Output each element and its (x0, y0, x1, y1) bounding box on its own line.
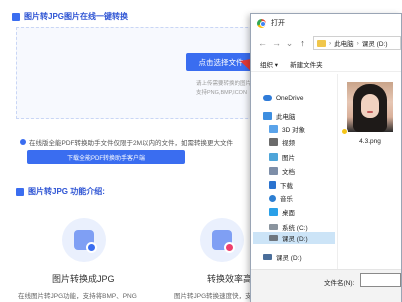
dialog-titlebar[interactable]: 打开 (251, 14, 401, 32)
tree-item-label: 系统 (C:) (282, 225, 308, 232)
forward-arrow-icon[interactable]: → (271, 38, 282, 48)
tree-item-label: 图片 (282, 155, 295, 162)
music-icon (269, 194, 276, 202)
breadcrumb-this-pc[interactable]: 此电脑 (334, 38, 354, 48)
feature1-title: 图片转换成JPG (52, 274, 115, 284)
back-arrow-icon[interactable]: ← (257, 38, 268, 48)
tree-item-label: 课灵 (D:) (276, 255, 302, 262)
navigation-tree: OneDrive 此电脑 3D 对象 视频 图片 文档 下载 音乐 桌面 系统 … (251, 74, 337, 274)
tree-item-label: 此电脑 (276, 114, 296, 121)
folder-icon (317, 39, 326, 47)
tree-item-onedrive[interactable]: OneDrive (263, 92, 303, 104)
cloud-icon (263, 95, 272, 101)
download-icon (269, 181, 276, 189)
download-client-button[interactable]: 下载全能PDF转换助手客户端 (27, 150, 185, 164)
features-title: 图片转JPG 功能介绍: (28, 187, 105, 196)
filename-bar: 文件名(N): (251, 269, 401, 302)
features-header: 图片转JPG 功能介绍: (16, 186, 105, 197)
tree-item-pictures[interactable]: 图片 (269, 151, 295, 163)
dialog-toolbar: 组织 ▾ 新建文件夹 (251, 56, 401, 72)
tree-item-label: 视频 (282, 140, 295, 147)
size-limit-notice: 在线版全能PDF转换助手文件仅限于2M以内的文件，如需转换更大文件 (20, 137, 233, 147)
section-header: 图片转JPG图片在线一键转换 (12, 11, 128, 22)
tree-item-label: 下载 (280, 183, 293, 190)
breadcrumb-separator: › (356, 39, 359, 47)
file-list: 4.3.png (339, 74, 401, 269)
tree-item-videos[interactable]: 视频 (269, 136, 295, 148)
chevron-down-icon[interactable]: ⌄ (284, 38, 295, 49)
desktop-icon (269, 208, 278, 216)
tree-item-downloads[interactable]: 下载 (269, 179, 293, 191)
drive-d-icon (263, 254, 272, 260)
pane-divider (337, 74, 338, 269)
info-icon (20, 139, 26, 145)
tree-item-drive-d[interactable]: 课灵 (D:) (263, 251, 302, 263)
documents-icon (269, 167, 278, 175)
feature2-title: 转换效率高 (207, 274, 253, 284)
tree-item-label: 文档 (282, 169, 295, 176)
tree-item-label: 课灵 (D:) (282, 236, 308, 243)
breadcrumb-separator: › (329, 39, 332, 47)
file-open-dialog[interactable]: 打开 ← → ⌄ ↑ › 此电脑 › 课灵 (D:) 组织 ▾ 新建文件夹 On… (250, 13, 402, 302)
drive-d-icon (269, 235, 278, 241)
supported-formats: 支持PNG,BMP,ICON (196, 90, 247, 96)
feature-icon (16, 187, 24, 196)
filename-label: 文件名(N): (324, 280, 355, 287)
sync-status-icon (341, 128, 348, 135)
organize-menu[interactable]: 组织 ▾ (260, 59, 278, 69)
tree-item-label: OneDrive (276, 94, 304, 102)
navigation-bar: ← → ⌄ ↑ › 此电脑 › 课灵 (D:) (251, 33, 401, 53)
dialog-title: 打开 (271, 20, 285, 27)
up-arrow-icon[interactable]: ↑ (297, 38, 308, 48)
file-thumbnail[interactable] (347, 82, 393, 132)
tree-item-this-pc[interactable]: 此电脑 (263, 110, 296, 122)
select-file-button[interactable]: 点击选择文件 (186, 53, 256, 71)
address-bar[interactable]: › 此电脑 › 课灵 (D:) (313, 36, 401, 50)
file-name-label[interactable]: 4.3.png (339, 138, 401, 145)
tree-item-documents[interactable]: 文档 (269, 165, 295, 177)
tree-item-music[interactable]: 音乐 (269, 192, 293, 204)
tree-item-label: 音乐 (280, 196, 293, 203)
image-icon (12, 12, 20, 21)
upload-dropzone[interactable] (16, 27, 278, 119)
tree-item-label: 桌面 (282, 210, 295, 217)
efficiency-illustration (200, 218, 244, 262)
tree-item-3d-objects[interactable]: 3D 对象 (269, 123, 305, 135)
video-icon (269, 138, 278, 146)
pictures-icon (269, 153, 278, 161)
tree-item-drive-d-selected[interactable]: 课灵 (D:) (253, 232, 335, 244)
upload-hint: 请上传需要转换的图片 (196, 81, 252, 87)
size-limit-text: 在线版全能PDF转换助手文件仅限于2M以内的文件，如需转换更大文件 (29, 140, 234, 147)
breadcrumb-drive-d[interactable]: 课灵 (D:) (362, 38, 388, 48)
tree-item-label: 3D 对象 (282, 127, 306, 134)
feature1-desc: 在线图片转JPG功能，支持将BMP、PNG (18, 293, 137, 300)
computer-icon (263, 112, 272, 120)
convert-illustration (62, 218, 106, 262)
section-title: 图片转JPG图片在线一键转换 (24, 12, 129, 21)
drive-c-icon (269, 224, 278, 230)
3d-objects-icon (269, 125, 278, 133)
filename-input[interactable] (360, 273, 401, 287)
new-folder-button[interactable]: 新建文件夹 (290, 59, 323, 69)
tree-item-desktop[interactable]: 桌面 (269, 206, 295, 218)
chrome-icon (257, 18, 266, 28)
